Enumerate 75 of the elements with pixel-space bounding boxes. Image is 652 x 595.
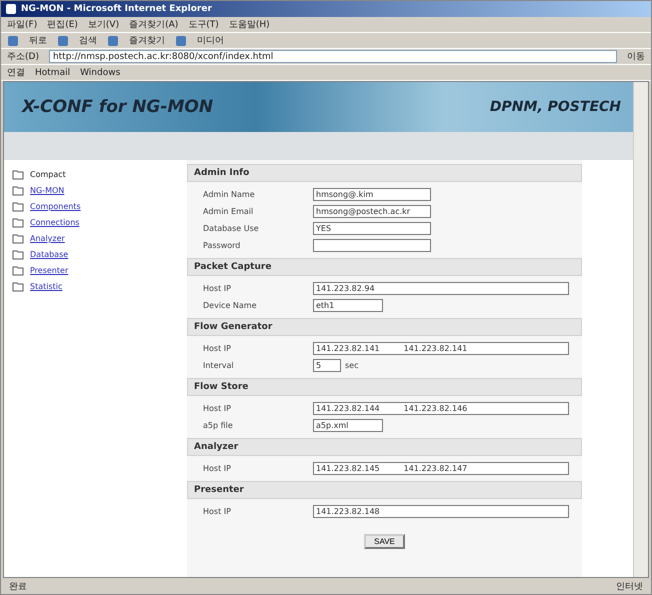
field-label: Host IP: [203, 464, 232, 473]
input-field[interactable]: YES: [313, 222, 431, 235]
banner-title: X-CONF for NG-MON: [22, 97, 214, 117]
section-header: Flow Generator: [187, 318, 582, 336]
sidebar-item[interactable]: Compact: [30, 170, 66, 179]
field-label: Host IP: [203, 507, 232, 516]
sidebar-link[interactable]: Statistic: [30, 282, 62, 291]
toolbar-icon[interactable]: [107, 34, 119, 46]
field-label: Device Name: [203, 301, 258, 310]
save-button[interactable]: SAVE: [364, 534, 405, 549]
input-field[interactable]: 141.223.82.144 141.223.82.146: [313, 402, 569, 415]
folder-icon: [12, 185, 24, 196]
input-field[interactable]: 5: [313, 359, 341, 372]
toolbar-button[interactable]: 즐겨찾기: [129, 34, 165, 47]
menu-item[interactable]: 도구(T): [188, 18, 219, 31]
address-field[interactable]: http://nmsp.postech.ac.kr:8080/xconf/index.html: [48, 50, 617, 63]
sidebar-link[interactable]: Database: [30, 250, 68, 259]
link-item[interactable]: Windows: [80, 68, 120, 78]
toolbar-button[interactable]: 미디어: [197, 34, 224, 47]
field-label: Password: [203, 241, 242, 250]
unit-label: sec: [345, 361, 358, 370]
sidebar-link[interactable]: Presenter: [30, 266, 68, 275]
folder-icon: [12, 233, 24, 244]
section-header: Analyzer: [187, 438, 582, 456]
scrollbar[interactable]: [633, 82, 648, 577]
sidebar-link[interactable]: Analyzer: [30, 234, 65, 243]
field-label: Database Use: [203, 224, 260, 233]
field-label: Host IP: [203, 344, 232, 353]
folder-icon: [12, 281, 24, 292]
toolbar-button[interactable]: 뒤로: [29, 34, 47, 47]
field-label: Interval: [203, 361, 235, 370]
field-label: Host IP: [203, 404, 232, 413]
input-field[interactable]: 141.223.82.145 141.223.82.147: [313, 462, 569, 475]
input-field[interactable]: 141.223.82.148: [313, 505, 569, 518]
app-icon[interactable]: [5, 3, 17, 15]
section-header: Presenter: [187, 481, 582, 499]
input-field[interactable]: [313, 239, 431, 252]
input-field[interactable]: a5p.xml: [313, 419, 383, 432]
menu-item[interactable]: 즐겨찾기(A): [129, 18, 178, 31]
address-label: 주소(D): [7, 51, 39, 63]
folder-icon: [12, 249, 24, 260]
field-label: Admin Email: [203, 207, 254, 216]
window-title: NG-MON - Microsoft Internet Explorer: [21, 4, 212, 14]
go-button[interactable]: 이동: [627, 50, 645, 63]
folder-icon: [12, 265, 24, 276]
menu-item[interactable]: 파일(F): [7, 18, 38, 31]
folder-icon: [12, 217, 24, 228]
links-label: 연결: [7, 67, 25, 79]
input-field[interactable]: hmsong@postech.ac.kr: [313, 205, 431, 218]
menu-item[interactable]: 편집(E): [47, 18, 78, 31]
section-header: Flow Store: [187, 378, 582, 396]
field-label: Admin Name: [203, 190, 256, 199]
status-text: 완료: [9, 580, 27, 592]
menu-item[interactable]: 보기(V): [88, 18, 120, 31]
section-header: Packet Capture: [187, 258, 582, 276]
input-field[interactable]: hmsong@.kim: [313, 188, 431, 201]
sidebar-link[interactable]: Components: [30, 202, 81, 211]
field-label: Host IP: [203, 284, 232, 293]
sidebar-link[interactable]: NG-MON: [30, 186, 64, 195]
toolbar-icon[interactable]: [175, 34, 187, 46]
organization-name: DPNM, POSTECH: [490, 99, 621, 115]
sidebar-link[interactable]: Connections: [30, 218, 80, 227]
menu-item[interactable]: 도움말(H): [228, 18, 270, 31]
folder-icon: [12, 201, 24, 212]
toolbar-button[interactable]: 검색: [79, 34, 97, 47]
folder-icon: [12, 169, 24, 180]
field-label: a5p file: [203, 421, 234, 430]
input-field[interactable]: eth1: [313, 299, 383, 312]
input-field[interactable]: 141.223.82.141 141.223.82.141: [313, 342, 569, 355]
link-item[interactable]: Hotmail: [35, 68, 70, 78]
section-header: Admin Info: [187, 164, 582, 182]
toolbar-icon[interactable]: [57, 34, 69, 46]
zone-text: 인터넷: [616, 580, 643, 592]
input-field[interactable]: 141.223.82.94: [313, 282, 569, 295]
toolbar-icon[interactable]: [7, 34, 19, 46]
